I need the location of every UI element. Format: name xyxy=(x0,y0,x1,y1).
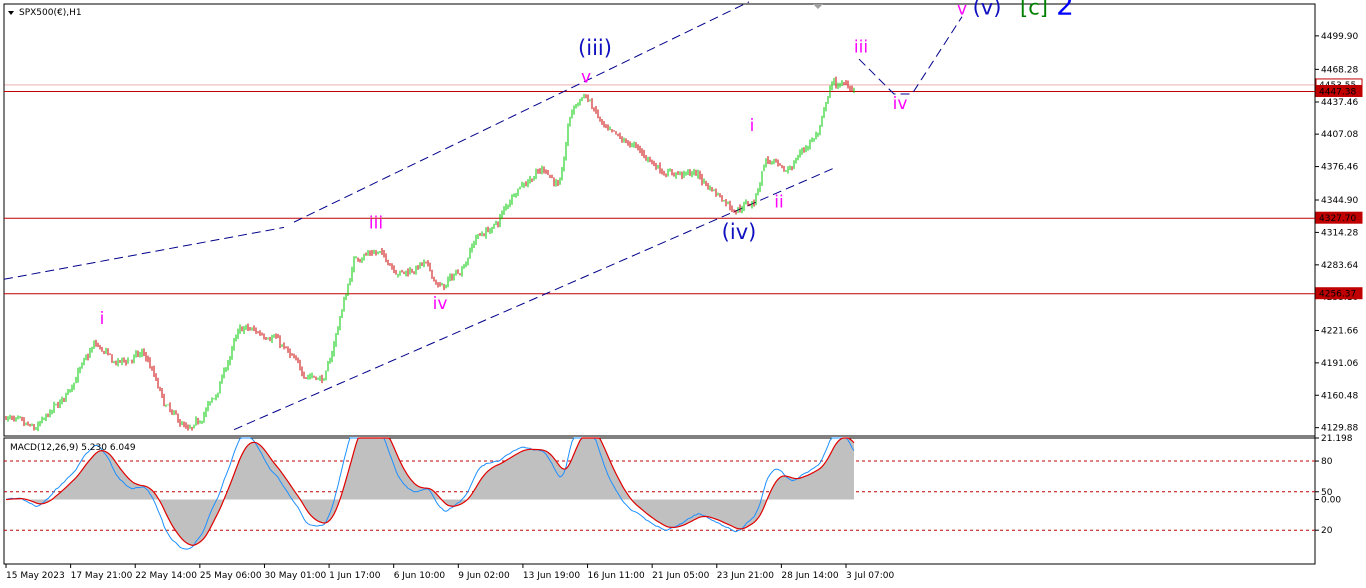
symbol-label: SPX500(€),H1 xyxy=(19,8,82,18)
wave-label: ii xyxy=(774,192,783,212)
price-tag-label: 4447.38 xyxy=(1319,87,1356,97)
price-panel-frame xyxy=(3,3,1316,437)
time-tick-label: 3 Jul 07:00 xyxy=(846,571,895,581)
time-tick-label: 21 Jun 05:00 xyxy=(652,571,709,581)
price-tick-label: 4283.64 xyxy=(1321,261,1358,271)
wave-label: iii xyxy=(854,38,868,58)
price-tick-label: 4221.66 xyxy=(1321,326,1358,336)
time-tick-label: 1 Jun 17:00 xyxy=(329,571,381,581)
wave-label: 2 xyxy=(1056,0,1074,22)
wave-label: (iii) xyxy=(578,36,612,60)
wave-label: iv xyxy=(893,94,908,114)
time-tick-label: 9 Jun 02:00 xyxy=(458,571,510,581)
wave-label: [c] xyxy=(1020,0,1048,20)
wave-label: i xyxy=(750,116,755,136)
wave-label: (iv) xyxy=(722,220,757,244)
price-tick-label: 4191.06 xyxy=(1321,359,1358,369)
macd-axis: 21.19880500.0020 xyxy=(1315,434,1353,536)
price-tick-label: 4160.48 xyxy=(1321,391,1358,401)
wave-label: iii xyxy=(369,213,383,233)
time-tick-label: 17 May 21:00 xyxy=(71,571,133,581)
price-tag-label: 4327.70 xyxy=(1319,214,1356,224)
time-tick-label: 25 May 06:00 xyxy=(200,571,262,581)
time-tick-label: 30 May 01:00 xyxy=(264,571,326,581)
time-tick-label: 23 Jun 21:00 xyxy=(717,571,774,581)
wave-label: v xyxy=(581,67,591,87)
price-tag-label: 4256.37 xyxy=(1319,290,1356,300)
price-tick-label: 4314.28 xyxy=(1321,228,1358,238)
price-tick-label: 4468.28 xyxy=(1321,65,1358,75)
trading-chart[interactable]: iiiiivv(iii)(iv)iiiiiiivv (v) [c] 2 4499.90… xyxy=(0,0,1366,588)
time-tick-label: 28 Jun 14:00 xyxy=(781,571,838,581)
macd-tick-label: 80 xyxy=(1321,457,1333,467)
price-tick-label: 4437.46 xyxy=(1321,98,1358,108)
price-tick-label: 4376.46 xyxy=(1321,163,1358,173)
macd-tick-label: 0.00 xyxy=(1321,495,1341,505)
time-tick-label: 13 Jun 19:00 xyxy=(523,571,580,581)
time-tick-label: 6 Jun 10:00 xyxy=(394,571,446,581)
time-tick-label: 15 May 2023 xyxy=(6,571,65,581)
time-tick-label: 16 Jun 11:00 xyxy=(588,571,645,581)
price-tick-label: 4129.88 xyxy=(1321,424,1358,434)
price-tick-label: 4407.08 xyxy=(1321,130,1358,140)
wave-label: i xyxy=(100,309,105,329)
macd-tick-label: 21.198 xyxy=(1321,434,1353,444)
wave-label: v xyxy=(957,0,967,20)
wave-label: (v) xyxy=(973,0,1002,20)
macd-tick-label: 20 xyxy=(1321,526,1333,536)
wave-label: iv xyxy=(433,294,448,314)
time-tick-label: 22 May 14:00 xyxy=(135,571,197,581)
price-tick-label: 4344.90 xyxy=(1321,196,1358,206)
macd-label: MACD(12,26,9) 5.230 6.049 xyxy=(10,443,136,453)
price-tick-label: 4499.90 xyxy=(1321,32,1358,42)
time-axis: 15 May 2023 17 May 21:00 22 May 14:00 25 Ma… xyxy=(5,564,895,581)
